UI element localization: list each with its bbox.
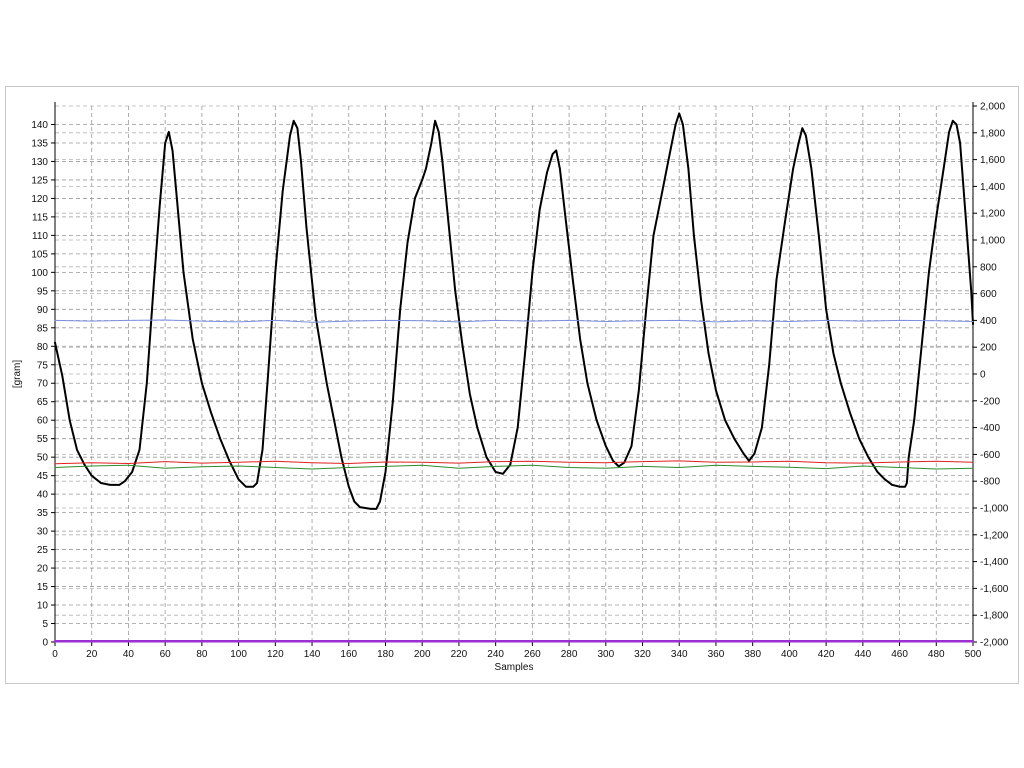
y2-tick-label: 1,000 xyxy=(980,236,1005,247)
y-tick-label: 35 xyxy=(37,508,49,519)
x-tick-label: 300 xyxy=(597,649,614,660)
x-tick-label: 80 xyxy=(196,649,208,660)
y2-tick-label: -1,200 xyxy=(980,530,1009,541)
x-tick-label: 200 xyxy=(414,649,431,660)
y2-tick-label: 0 xyxy=(980,370,986,381)
y2-tick-label: 1,200 xyxy=(980,209,1005,220)
chart-frame: 0 20 40 60 80 100 120 140 160 180 200 220 240 260 280 3… xyxy=(5,86,1019,684)
grid xyxy=(55,105,973,643)
series-line xyxy=(54,319,974,323)
y-tick-label: 25 xyxy=(37,545,49,556)
x-tick-label: 320 xyxy=(634,649,651,660)
y-tick-label: 125 xyxy=(31,175,48,186)
x-tick-label: 480 xyxy=(928,649,945,660)
y-tick-label: 45 xyxy=(37,471,49,482)
y-tick-label: 120 xyxy=(31,194,48,205)
y-tick-label: 0 xyxy=(42,638,48,649)
y-axis-title: [gram] xyxy=(12,360,23,389)
y-tick-label: 85 xyxy=(37,323,49,334)
y-tick-label: 130 xyxy=(31,157,48,168)
x-tick-label: 500 xyxy=(965,649,982,660)
x-tick-label: 460 xyxy=(891,649,908,660)
x-tick-label: 220 xyxy=(451,649,468,660)
x-tick-label: 260 xyxy=(524,649,541,660)
x-tick-label: 420 xyxy=(818,649,835,660)
y-tick-label: 110 xyxy=(32,231,48,242)
y2-tick-label: 200 xyxy=(980,343,997,354)
y2-tick-label: 600 xyxy=(980,289,997,300)
y2-tick-label: 1,400 xyxy=(980,182,1005,193)
y-tick-label: 135 xyxy=(31,138,48,149)
x-tick-label: 400 xyxy=(781,649,798,660)
y2-tick-label: -1,000 xyxy=(980,504,1009,515)
y-tick-label: 15 xyxy=(37,582,49,593)
y2-tick-label: 2,000 xyxy=(980,102,1005,113)
x-tick-label: 360 xyxy=(708,649,725,660)
y2-tick-label: -2,000 xyxy=(980,638,1009,649)
y2-tick-label: -200 xyxy=(980,396,1000,407)
y-tick-label: 50 xyxy=(37,453,49,464)
y-tick-label: 65 xyxy=(37,397,49,408)
x-tick-label: 180 xyxy=(377,649,394,660)
y-tick-label: 95 xyxy=(37,286,49,297)
y2-tick-label: -600 xyxy=(980,450,1000,461)
tick-labels: 0 20 40 60 80 100 120 140 160 180 200 220 240 260 280 3… xyxy=(31,102,1008,661)
y2-tick-label: 1,600 xyxy=(980,155,1005,166)
line-chart: 0 20 40 60 80 100 120 140 160 180 200 220 240 260 280 3… xyxy=(12,102,1009,674)
y2-tick-label: 1,800 xyxy=(980,128,1005,139)
series-line xyxy=(54,464,974,470)
y-tick-label: 70 xyxy=(37,379,49,390)
y-tick-label: 30 xyxy=(37,527,49,538)
y2-tick-label: 400 xyxy=(980,316,997,327)
x-tick-label: 280 xyxy=(561,649,578,660)
y2-tick-label: -800 xyxy=(980,477,1000,488)
y-tick-label: 75 xyxy=(37,360,49,371)
y2-tick-label: -1,600 xyxy=(980,584,1009,595)
x-tick-label: 140 xyxy=(304,649,321,660)
y-tick-label: 105 xyxy=(31,249,48,260)
y2-tick-label: -1,800 xyxy=(980,611,1009,622)
x-tick-label: 40 xyxy=(123,649,135,660)
x-tick-label: 20 xyxy=(86,649,98,660)
y-tick-label: 90 xyxy=(37,305,49,316)
series-lines xyxy=(53,112,975,643)
x-tick-label: 340 xyxy=(671,649,688,660)
y-tick-label: 55 xyxy=(37,434,49,445)
y-tick-label: 115 xyxy=(32,212,48,223)
x-tick-label: 0 xyxy=(52,649,58,660)
y-tick-label: 60 xyxy=(37,416,49,427)
y-tick-label: 40 xyxy=(37,490,49,501)
y-tick-label: 5 xyxy=(42,619,48,630)
x-axis-title: Samples xyxy=(495,662,534,673)
y-tick-label: 80 xyxy=(37,342,49,353)
x-tick-label: 60 xyxy=(160,649,172,660)
y2-tick-label: -1,400 xyxy=(980,557,1009,568)
x-tick-label: 160 xyxy=(340,649,357,660)
y-tick-label: 140 xyxy=(31,120,48,131)
y2-tick-label: -400 xyxy=(980,423,1000,434)
series-line xyxy=(54,112,974,510)
y-tick-label: 10 xyxy=(37,601,49,612)
x-tick-label: 440 xyxy=(854,649,871,660)
y2-tick-label: 800 xyxy=(980,262,997,273)
y-tick-label: 20 xyxy=(37,564,49,575)
x-tick-label: 240 xyxy=(487,649,504,660)
series-line xyxy=(54,460,974,465)
y-tick-label: 100 xyxy=(31,268,48,279)
x-tick-label: 100 xyxy=(230,649,247,660)
x-tick-label: 380 xyxy=(744,649,761,660)
x-tick-label: 120 xyxy=(267,649,284,660)
